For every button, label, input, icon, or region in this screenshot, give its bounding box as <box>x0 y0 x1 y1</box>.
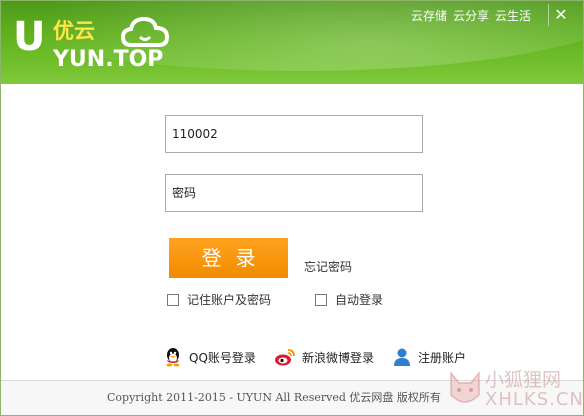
logo-en: YUN.TOP <box>53 47 164 72</box>
qq-login-link[interactable]: QQ账号登录 <box>163 347 256 367</box>
auto-login-checkbox[interactable]: 自动登录 <box>315 291 383 308</box>
auto-login-label: 自动登录 <box>335 293 384 307</box>
link-cloud-share[interactable]: 云分享 <box>453 7 489 24</box>
qq-penguin-icon <box>166 348 180 367</box>
login-window: U 优云 YUN.TOP 云存储 云分享 云生活 ✕ 110002 密码 登录 … <box>0 0 584 416</box>
forgot-password-link[interactable]: 忘记密码 <box>304 258 352 275</box>
user-icon <box>394 348 410 366</box>
remember-label: 记住账户及密码 <box>187 293 272 307</box>
fox-logo-icon <box>450 370 480 403</box>
watermark: 小狐狸网 XHLKS.CN <box>445 363 583 413</box>
checkbox-box[interactable] <box>167 293 179 306</box>
logo-cn: 优云 <box>53 19 95 43</box>
login-button[interactable]: 登录 <box>169 238 288 278</box>
watermark-cn: 小狐狸网 <box>485 369 562 391</box>
link-cloud-life[interactable]: 云生活 <box>495 7 531 24</box>
header-bar: U 优云 YUN.TOP 云存储 云分享 云生活 ✕ <box>1 1 583 84</box>
qq-login-label: QQ账号登录 <box>189 350 256 365</box>
logo: U 优云 YUN.TOP <box>9 7 169 79</box>
close-button[interactable]: ✕ <box>548 4 573 26</box>
checkbox-box[interactable] <box>315 293 327 306</box>
link-cloud-storage[interactable]: 云存储 <box>411 7 447 24</box>
password-field[interactable]: 密码 <box>165 174 423 212</box>
weibo-icon <box>275 349 295 366</box>
header-links: 云存储 云分享 云生活 <box>411 7 531 24</box>
weibo-login-link[interactable]: 新浪微博登录 <box>274 347 374 367</box>
cloud-icon <box>121 16 169 47</box>
logo-u: U <box>13 14 46 60</box>
username-field[interactable]: 110002 <box>165 115 423 153</box>
copyright-text: Copyright 2011-2015 - UYUN All Reserved … <box>107 391 441 404</box>
weibo-login-label: 新浪微博登录 <box>302 350 375 365</box>
remember-checkbox[interactable]: 记住账户及密码 <box>167 291 271 308</box>
watermark-en: XHLKS.CN <box>485 389 584 410</box>
